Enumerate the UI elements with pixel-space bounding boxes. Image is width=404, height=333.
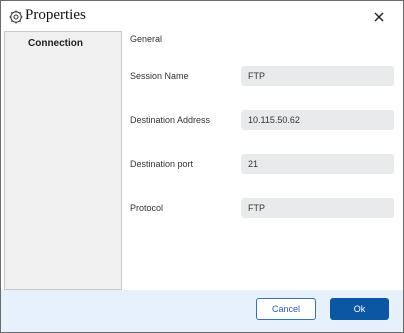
- sidebar-item-connection[interactable]: Connection: [5, 36, 121, 54]
- dialog-title: Properties: [25, 7, 86, 23]
- general-panel: General Session Name FTP Destination Add…: [123, 31, 403, 290]
- destination-port-field[interactable]: 21: [241, 154, 394, 174]
- close-button[interactable]: [371, 9, 387, 25]
- gear-icon: [9, 10, 23, 24]
- dialog-footer: Cancel Ok: [1, 290, 403, 332]
- section-title: General: [130, 34, 163, 44]
- destination-address-label: Destination Address: [130, 115, 211, 125]
- ok-button[interactable]: Ok: [330, 298, 389, 320]
- destination-address-field[interactable]: 10.115.50.62: [241, 110, 394, 130]
- protocol-label: Protocol: [130, 203, 164, 213]
- cancel-button[interactable]: Cancel: [256, 298, 316, 320]
- properties-dialog: Properties Connection General Session Na…: [0, 0, 404, 333]
- protocol-field[interactable]: FTP: [241, 198, 394, 218]
- sidebar: Connection: [4, 31, 122, 290]
- destination-port-label: Destination port: [130, 159, 194, 169]
- session-name-field[interactable]: FTP: [241, 66, 394, 86]
- session-name-label: Session Name: [130, 71, 189, 81]
- title-bar: Properties: [1, 1, 403, 31]
- sidebar-item-label: Connection: [28, 38, 83, 49]
- close-icon: [374, 12, 384, 22]
